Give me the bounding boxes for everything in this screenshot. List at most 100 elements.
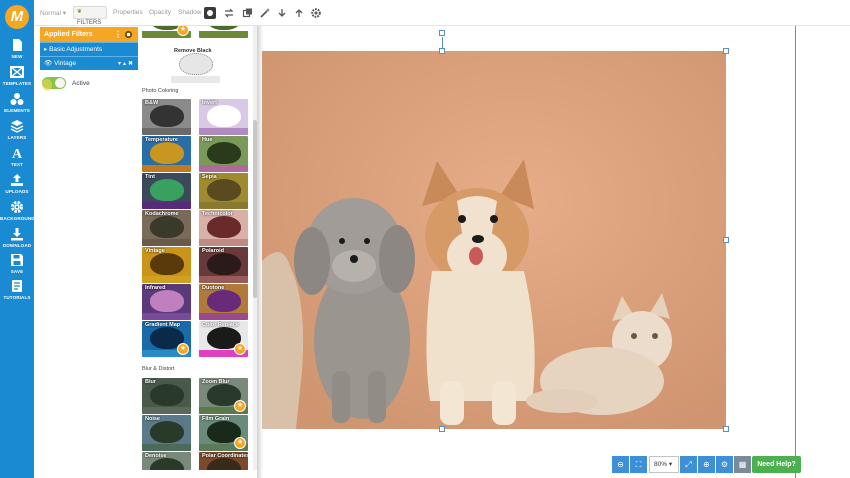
flip-icon[interactable] xyxy=(223,7,235,19)
grid-toggle-button[interactable]: ▦ xyxy=(734,456,751,473)
color-picker-icon[interactable] xyxy=(204,7,216,19)
filter-thumb-sepia[interactable]: Sepia xyxy=(199,173,248,209)
tree-preview xyxy=(149,253,184,275)
filter-thumb-blur[interactable]: Blur xyxy=(142,378,191,414)
tree-preview xyxy=(206,179,241,201)
filter-thumb-hue[interactable]: Hue xyxy=(199,136,248,172)
filter-label: Tint xyxy=(145,174,155,180)
resize-handle-right[interactable] xyxy=(723,237,729,243)
ground-preview xyxy=(199,239,248,246)
rotate-handle[interactable] xyxy=(439,30,445,36)
filter-thumb-infrared[interactable]: Infrared xyxy=(142,284,191,320)
filter-toggle-icon[interactable] xyxy=(124,30,133,39)
filter-label: Film Grain xyxy=(202,416,230,422)
sidebar-item-layers[interactable]: LAYERS xyxy=(0,119,34,145)
fit-screen-button[interactable]: ⛶ xyxy=(630,456,647,473)
sidebar-item-download[interactable]: DOWNLOAD xyxy=(0,227,34,253)
more-icon[interactable]: ⋮ xyxy=(114,27,122,42)
svg-text:A: A xyxy=(12,147,23,160)
ground-preview xyxy=(142,239,191,246)
filter-thumb-film-grain[interactable]: Film Grain ★ xyxy=(199,415,248,451)
filter-thumb-gradient-map[interactable]: Gradient Map ★ xyxy=(142,321,191,357)
sidebar-item-templates[interactable]: TEMPLATES xyxy=(0,65,34,91)
tutorials-icon xyxy=(12,280,22,292)
tree-preview xyxy=(149,290,184,312)
sidebar-item-elements[interactable]: ELEMENTS xyxy=(0,92,34,118)
blend-mode-select[interactable]: Normal ▾ xyxy=(40,9,66,17)
fullscreen-icon: ⤢ xyxy=(685,460,692,469)
filter-panel: Applied Filters ⋮ ▸ Basic Adjustments 👁 … xyxy=(34,26,138,478)
canvas-border xyxy=(795,26,796,478)
settings-icon[interactable] xyxy=(310,7,322,19)
sidebar-item-label: DOWNLOAD xyxy=(2,243,32,248)
filter-thumb-top-right[interactable] xyxy=(199,26,248,38)
move-down-icon[interactable] xyxy=(276,7,288,19)
shadow-tab[interactable]: Shadow xyxy=(178,9,202,16)
resize-handle-bottom-right[interactable] xyxy=(723,426,729,432)
filter-thumb-color-replace[interactable]: Color Replace ★ xyxy=(199,321,248,357)
toggle-focus-ring xyxy=(42,79,52,91)
basic-adjustments-row[interactable]: ▸ Basic Adjustments xyxy=(40,42,138,56)
filter-thumb-noise[interactable]: Noise xyxy=(142,415,191,451)
filter-thumb-zoom-blur[interactable]: Zoom Blur ★ xyxy=(199,378,248,414)
resize-handle-bottom[interactable] xyxy=(439,426,445,432)
resize-handle-top-right[interactable] xyxy=(723,48,729,54)
filter-thumb-polar-coordinates[interactable]: Polar Coordinates xyxy=(199,452,248,470)
download-icon xyxy=(11,228,23,241)
vintage-filter-row[interactable]: 👁 Vintage ▾▴✖ xyxy=(40,56,138,70)
sidebar-item-uploads[interactable]: UPLOADS xyxy=(0,173,34,199)
zoom-in-icon: ⊕ xyxy=(703,460,710,469)
row-controls: ▾▴✖ xyxy=(118,57,135,71)
zoom-level-select[interactable]: 80% ▾ xyxy=(649,456,679,473)
sidebar-item-label: SAVE xyxy=(10,269,24,274)
tree-preview xyxy=(206,142,241,164)
move-up-icon[interactable] xyxy=(293,7,305,19)
sidebar-item-label: TEXT xyxy=(10,162,24,167)
filter-thumb-kodachrome[interactable]: Kodachrome xyxy=(142,210,191,246)
opacity-tab[interactable]: Opacity xyxy=(149,9,171,16)
need-help-button[interactable]: Need Help? xyxy=(752,456,801,473)
filter-thumb-technicolor[interactable]: Technicolor xyxy=(199,210,248,246)
elements-icon xyxy=(10,93,24,105)
ground-preview xyxy=(142,276,191,283)
sidebar-item-save[interactable]: SAVE xyxy=(0,253,34,279)
filter-thumb-b-w[interactable]: B&W xyxy=(142,99,191,135)
active-toggle[interactable] xyxy=(42,77,66,91)
tree-preview xyxy=(206,290,241,312)
filters-icon: ❦ xyxy=(77,9,83,15)
properties-tab[interactable]: Properties xyxy=(113,9,143,16)
tree-preview xyxy=(149,105,184,127)
ground-preview xyxy=(142,165,191,172)
tree-preview xyxy=(206,216,241,238)
filter-thumb-tint[interactable]: Tint xyxy=(142,173,191,209)
filter-thumb-top-left[interactable]: ★ xyxy=(142,26,191,38)
filter-thumb-invert[interactable]: Invert xyxy=(199,99,248,135)
zoom-in-button[interactable]: ⊕ xyxy=(698,456,715,473)
fullscreen-button[interactable]: ⤢ xyxy=(680,456,697,473)
app-logo[interactable]: M xyxy=(5,5,29,29)
ground-preview xyxy=(142,128,191,135)
filter-label: Polaroid xyxy=(202,248,225,254)
close-icon[interactable]: ✖ xyxy=(128,61,135,67)
filter-thumb-vintage[interactable]: Vintage xyxy=(142,247,191,283)
filter-thumb-remove-black[interactable]: Remove Black xyxy=(171,47,220,83)
sidebar-item-background[interactable]: BACKGROUND xyxy=(0,200,35,226)
canvas-settings-button[interactable]: ⚙ xyxy=(716,456,733,473)
magic-wand-icon[interactable] xyxy=(259,7,271,19)
filter-thumb-temperature[interactable]: Temperature xyxy=(142,136,191,172)
applied-filters-header[interactable]: Applied Filters ⋮ xyxy=(40,27,138,42)
sidebar-item-tutorials[interactable]: TUTORIALS xyxy=(0,279,34,305)
sidebar-item-label: UPLOADS xyxy=(5,189,29,194)
filter-thumb-polaroid[interactable]: Polaroid xyxy=(199,247,248,283)
filter-thumb-denoise[interactable]: Denoise xyxy=(142,452,191,470)
eye-icon[interactable]: 👁 xyxy=(44,60,52,67)
resize-handle-top[interactable] xyxy=(439,48,445,54)
sidebar-item-new[interactable]: NEW xyxy=(0,38,34,64)
filters-tab[interactable]: ❦ FILTERS xyxy=(73,6,107,26)
selected-photo[interactable] xyxy=(262,51,726,429)
zoom-out-button[interactable]: ⊖ xyxy=(612,456,629,473)
duplicate-icon[interactable] xyxy=(242,7,254,19)
filter-thumb-duotone[interactable]: Duotone xyxy=(199,284,248,320)
sidebar-item-text[interactable]: A TEXT xyxy=(0,146,34,172)
premium-star-icon: ★ xyxy=(234,400,246,412)
